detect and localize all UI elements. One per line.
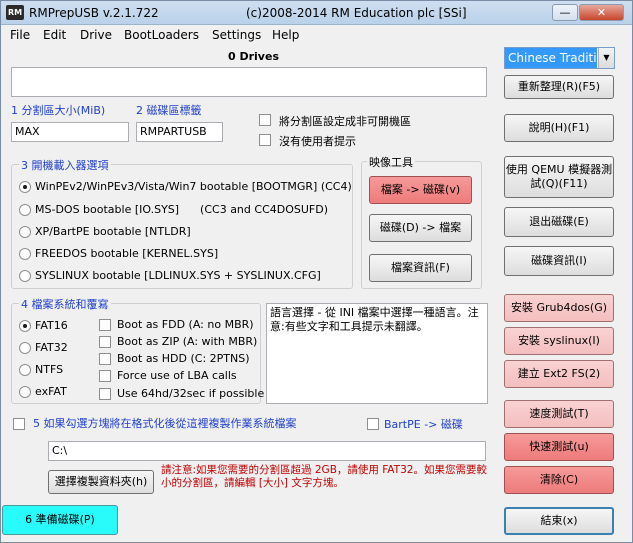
main-window: RM RMPrepUSB v.2.1.722 (c)2008-2014 RM E… (0, 0, 633, 543)
use-64hd-checkbox[interactable] (99, 388, 111, 400)
boot-as-fdd-checkbox[interactable] (99, 319, 111, 331)
drive-list[interactable] (11, 67, 487, 97)
create-ext2-button[interactable]: 建立 Ext2 FS(2) (504, 360, 614, 388)
radio-syslinux[interactable] (19, 270, 31, 282)
language-select[interactable]: Chinese Traditi ▼ (504, 47, 615, 69)
bootloader-option-ntldr: XP/BartPE bootable [NTLDR] (35, 225, 191, 238)
force-lba-checkbox[interactable] (99, 370, 111, 382)
refresh-button[interactable]: 重新整理(R)(F5) (504, 75, 614, 99)
fs-option-ntfs: NTFS (35, 363, 64, 376)
radio-ntfs[interactable] (19, 364, 31, 376)
copy-path-input[interactable]: C:\ (48, 441, 486, 461)
boot-as-hdd-label: Boot as HDD (C: 2PTNS) (117, 352, 250, 365)
non-bootable-checkbox[interactable] (259, 114, 271, 126)
radio-ntldr[interactable] (19, 226, 31, 238)
copyright-title: (c)2008-2014 RM Education plc [SSi] (246, 6, 467, 20)
clear-button[interactable]: 清除(C) (504, 466, 614, 494)
radio-fat16[interactable] (19, 320, 31, 332)
fs-option-exfat: exFAT (35, 385, 67, 398)
bartpe-label: BartPE -> 磁碟 (384, 418, 463, 431)
menu-edit[interactable]: Edit (43, 28, 66, 42)
app-icon: RM (6, 5, 24, 20)
install-syslinux-button[interactable]: 安裝 syslinux(I) (504, 327, 614, 355)
close-button[interactable]: ✕ (579, 4, 624, 21)
menu-bar: File Edit Drive BootLoaders Settings Hel… (1, 26, 632, 46)
qemu-test-button[interactable]: 使用 QEMU 模擬器測試(Q)(F11) (504, 156, 614, 198)
non-bootable-label: 將分割區設定成非可開機區 (279, 115, 411, 128)
menu-settings[interactable]: Settings (212, 28, 261, 42)
boot-as-fdd-label: Boot as FDD (A: no MBR) (117, 318, 254, 331)
fs-option-fat16: FAT16 (35, 319, 68, 332)
quick-test-button[interactable]: 快速測試(u) (504, 433, 614, 461)
file-info-button[interactable]: 檔案資訊(F) (369, 254, 472, 282)
bartpe-checkbox[interactable] (367, 418, 379, 430)
select-folder-button[interactable]: 選擇複製資料夾(h) (48, 470, 154, 494)
copy-files-label: 5 如果勾選方塊將在格式化後從這裡複製作業系統檔案 (33, 417, 297, 430)
chevron-down-icon: ▼ (598, 48, 614, 68)
language-selected: Chinese Traditi (505, 48, 597, 68)
bootloader-option-msdos: MS-DOS bootable [IO.SYS] (CC3 and CC4DOS… (35, 203, 328, 216)
radio-exfat[interactable] (19, 386, 31, 398)
partition-size-note: 請注意:如果您需要的分割區超過 2GB，請使用 FAT32。如果您需要較小的分割… (161, 464, 487, 489)
window-title: RMPrepUSB v.2.1.722 (29, 6, 159, 20)
radio-fat32[interactable] (19, 342, 31, 354)
drive-to-image-button[interactable]: 磁碟(D) -> 檔案 (369, 214, 472, 242)
boot-as-zip-checkbox[interactable] (99, 336, 111, 348)
menu-drive[interactable]: Drive (80, 28, 112, 42)
partition-size-label: 1 分割區大小(MiB) (11, 104, 106, 117)
drive-info-button[interactable]: 磁碟資訊(I) (504, 246, 614, 276)
menu-file[interactable]: File (10, 28, 30, 42)
no-prompts-checkbox[interactable] (259, 134, 271, 146)
info-textarea[interactable]: 語言選擇 - 從 INI 檔案中選擇一種語言。注意:有些文字和工具提示未翻譯。 (266, 303, 488, 404)
bootloader-group-title: 3 開機載入器選項 (19, 157, 111, 173)
prepare-drive-button[interactable]: 6 準備磁碟(P) (2, 505, 118, 535)
fs-option-fat32: FAT32 (35, 341, 68, 354)
no-prompts-label: 沒有使用者提示 (279, 135, 356, 148)
radio-msdos[interactable] (19, 204, 31, 216)
bootloader-option-freedos: FREEDOS bootable [KERNEL.SYS] (35, 247, 219, 260)
bootloader-option-bootmgr: WinPEv2/WinPEv3/Vista/Win7 bootable [BOO… (35, 180, 352, 193)
radio-bootmgr[interactable] (19, 181, 31, 193)
drives-header: 0 Drives (228, 50, 279, 63)
speed-test-button[interactable]: 速度測試(T) (504, 400, 614, 428)
exit-button[interactable]: 結束(x) (504, 507, 614, 535)
volume-label-input[interactable]: RMPARTUSB (136, 122, 223, 142)
volume-label-label: 2 磁碟區標籤 (136, 104, 202, 117)
minimize-button[interactable]: — (552, 4, 578, 21)
bootloader-option-syslinux: SYSLINUX bootable [LDLINUX.SYS + SYSLINU… (35, 269, 321, 282)
use-64hd-label: Use 64hd/32sec if possible (117, 387, 265, 400)
image-tools-title: 映像工具 (367, 154, 415, 170)
filesystem-group-title: 4 檔案系統和覆寫 (19, 296, 111, 312)
boot-as-hdd-checkbox[interactable] (99, 353, 111, 365)
radio-freedos[interactable] (19, 248, 31, 260)
image-to-drive-button[interactable]: 檔案 -> 磁碟(v) (369, 176, 472, 204)
partition-size-input[interactable]: MAX (11, 122, 129, 142)
menu-help[interactable]: Help (272, 28, 299, 42)
boot-as-zip-label: Boot as ZIP (A: with MBR) (117, 335, 258, 348)
menu-bootloaders[interactable]: BootLoaders (124, 28, 199, 42)
eject-drive-button[interactable]: 退出磁碟(E) (504, 207, 614, 237)
help-button[interactable]: 說明(H)(F1) (504, 114, 614, 142)
force-lba-label: Force use of LBA calls (117, 369, 237, 382)
install-grub4dos-button[interactable]: 安裝 Grub4dos(G) (504, 294, 614, 322)
title-bar[interactable]: RM RMPrepUSB v.2.1.722 (c)2008-2014 RM E… (1, 1, 632, 25)
copy-files-checkbox[interactable] (13, 418, 25, 430)
